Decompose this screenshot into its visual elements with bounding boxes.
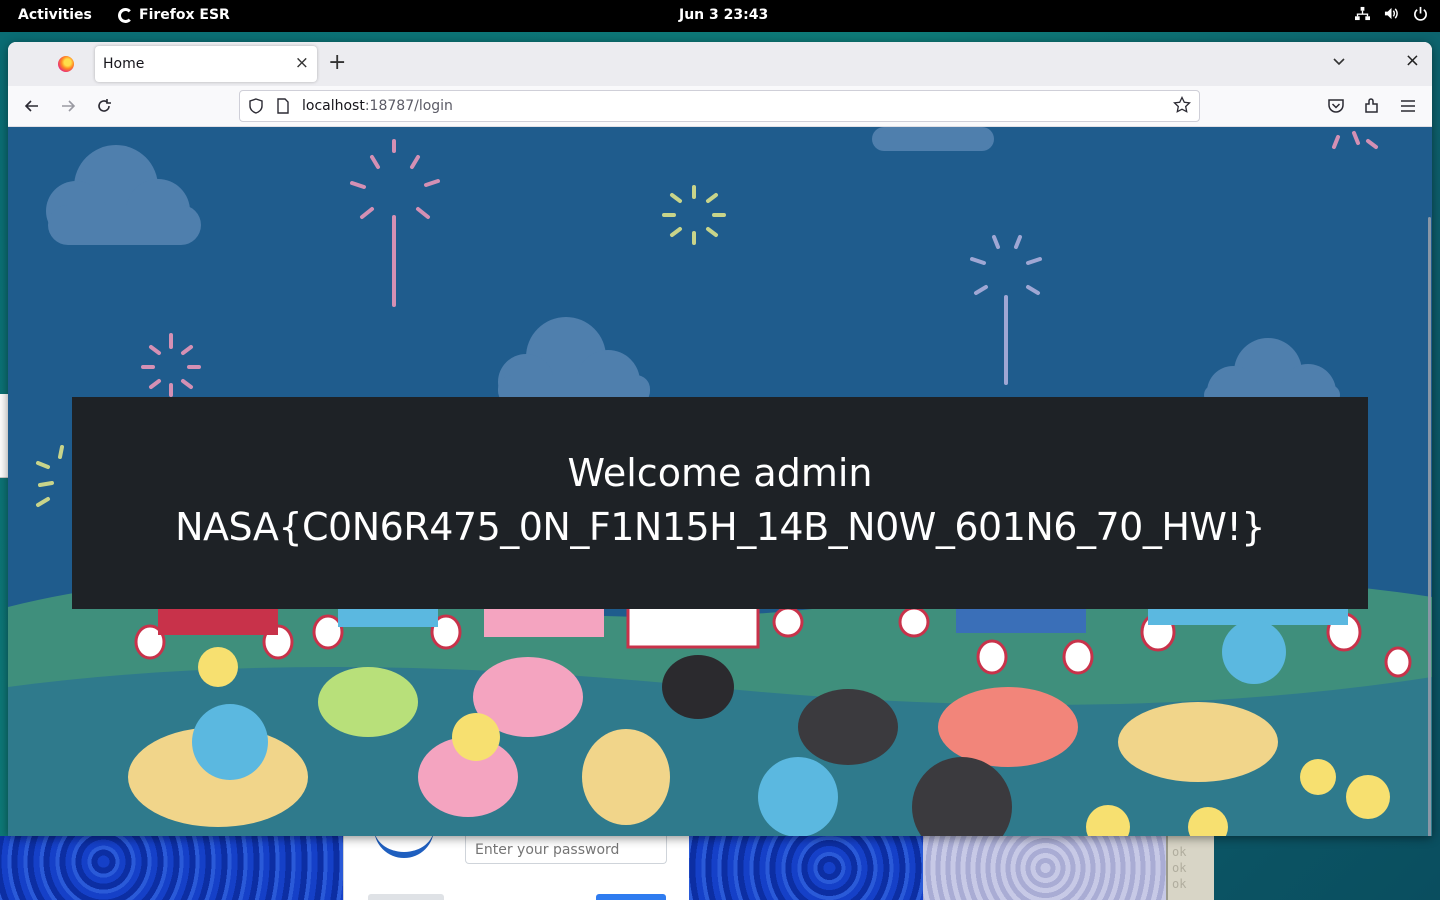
page-info-icon[interactable] <box>276 98 290 114</box>
firefox-app-icon <box>118 7 133 23</box>
back-arrow-icon[interactable] <box>22 96 42 116</box>
page-scrollbar[interactable] <box>1428 217 1431 836</box>
background-password-field[interactable] <box>465 836 667 864</box>
terminal-line: ok <box>1172 861 1187 875</box>
address-bar[interactable]: localhost:18787/login <box>239 90 1200 122</box>
firefox-view-icon[interactable] <box>58 56 74 72</box>
background-window-pattern <box>689 836 923 900</box>
tab-title: Home <box>103 56 145 72</box>
forward-arrow-icon[interactable] <box>58 96 78 116</box>
bookmark-star-icon[interactable] <box>1173 96 1191 114</box>
shield-icon[interactable] <box>248 98 264 114</box>
background-window-left <box>0 836 345 900</box>
pocket-icon[interactable] <box>1326 96 1346 116</box>
system-tray[interactable] <box>1355 6 1428 21</box>
app-menu[interactable]: Firefox ESR <box>118 7 230 23</box>
gnome-top-bar: Activities Firefox ESR Jun 3 23:43 <box>0 0 1440 32</box>
tab-home[interactable]: Home × <box>95 46 317 82</box>
new-tab-button[interactable]: + <box>328 50 346 75</box>
hamburger-menu-icon[interactable] <box>1398 96 1418 116</box>
background-terminal: ok ok ok <box>1166 836 1214 900</box>
power-icon <box>1414 6 1427 21</box>
activities-button[interactable]: Activities <box>18 7 92 23</box>
welcome-message: Welcome admin <box>567 451 873 495</box>
reload-icon[interactable] <box>94 96 114 116</box>
background-window-edge <box>0 394 8 478</box>
chevron-down-icon[interactable] <box>1332 54 1346 68</box>
background-login-window <box>343 836 689 900</box>
background-window-right <box>923 836 1168 900</box>
tab-bar: Home × + × <box>8 42 1432 86</box>
background-button-left[interactable] <box>368 894 444 900</box>
navigation-toolbar: localhost:18787/login <box>8 86 1432 127</box>
url-path: :18787/login <box>364 98 453 114</box>
tab-close-icon[interactable]: × <box>295 53 309 73</box>
terminal-line: ok <box>1172 845 1187 859</box>
window-close-button[interactable]: × <box>1405 50 1420 71</box>
flag-text: NASA{C0N6R475_0N_F1N15H_14B_N0W_601N6_70… <box>175 505 1265 549</box>
url-host: localhost <box>302 98 365 114</box>
network-icon <box>1355 6 1370 21</box>
welcome-banner: Welcome admin NASA{C0N6R475_0N_F1N15H_14… <box>72 397 1368 609</box>
app-name: Firefox ESR <box>139 7 230 23</box>
url-text[interactable]: localhost:18787/login <box>302 98 453 114</box>
terminal-line: ok <box>1172 877 1187 891</box>
background-button-right[interactable] <box>596 894 666 900</box>
clock[interactable]: Jun 3 23:43 <box>679 7 768 23</box>
firefox-window: Home × + × localhost:18787/login Welcome… <box>8 42 1432 836</box>
extensions-icon[interactable] <box>1362 96 1382 116</box>
volume-icon <box>1384 7 1398 20</box>
web-page: Welcome admin NASA{C0N6R475_0N_F1N15H_14… <box>8 127 1432 836</box>
